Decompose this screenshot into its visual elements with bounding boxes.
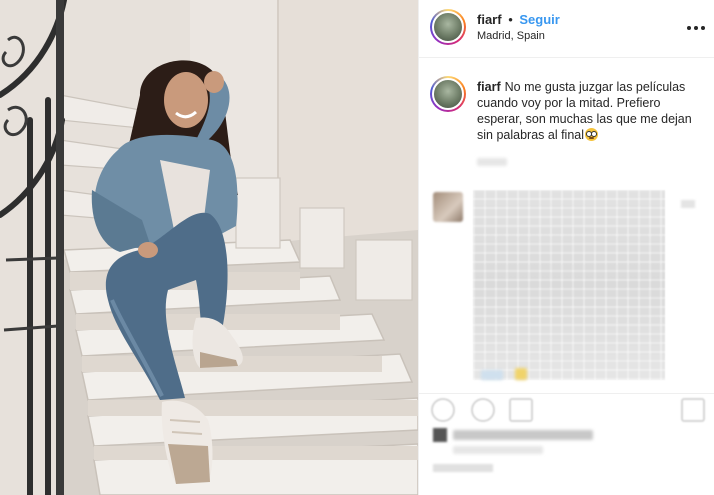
likes-text-blurred xyxy=(453,430,593,440)
header-username[interactable]: fiarf xyxy=(477,12,502,27)
post-header: fiarf • Seguir Madrid, Spain xyxy=(419,0,714,58)
caption-block: fiarf No me gusta juzgar las películas cu… xyxy=(419,58,714,178)
post-time-blurred xyxy=(433,464,493,472)
photo-illustration xyxy=(0,0,418,495)
post-actions-blurred xyxy=(419,393,714,495)
caption-avatar[interactable] xyxy=(430,76,466,112)
likes-subtext-blurred xyxy=(453,446,543,454)
like-icon[interactable] xyxy=(431,398,455,422)
more-dot-icon xyxy=(694,26,698,30)
caption-username[interactable]: fiarf xyxy=(477,80,501,94)
more-dot-icon xyxy=(701,26,705,30)
post-photo[interactable] xyxy=(0,0,418,495)
comment-icon[interactable] xyxy=(471,398,495,422)
more-dot-icon xyxy=(687,26,691,30)
avatar-image xyxy=(432,11,464,43)
caption-text: fiarf No me gusta juzgar las películas cu… xyxy=(477,79,707,143)
likes-avatar-blurred xyxy=(433,428,447,442)
bookmark-icon[interactable] xyxy=(681,398,705,422)
astonished-face-emoji-icon xyxy=(585,128,599,141)
more-options-icon[interactable] xyxy=(687,19,705,37)
comment-emoji-blurred xyxy=(515,368,527,380)
comment-text-blurred xyxy=(473,190,665,380)
header-user-line: fiarf • Seguir xyxy=(477,12,560,27)
comment-avatar-blurred xyxy=(433,192,463,222)
avatar-image xyxy=(432,78,464,110)
comment-reaction-blurred xyxy=(481,370,503,380)
caption-time-blurred xyxy=(477,158,507,166)
comments-blurred-area xyxy=(419,178,714,393)
share-icon[interactable] xyxy=(509,398,533,422)
header-separator: • xyxy=(508,12,513,27)
follow-button[interactable]: Seguir xyxy=(519,12,559,27)
comment-like-icon-blurred xyxy=(681,200,695,208)
location-link[interactable]: Madrid, Spain xyxy=(477,30,545,42)
profile-avatar[interactable] xyxy=(430,9,466,45)
post-side-panel: fiarf • Seguir Madrid, Spain fiarf No me … xyxy=(418,0,714,495)
